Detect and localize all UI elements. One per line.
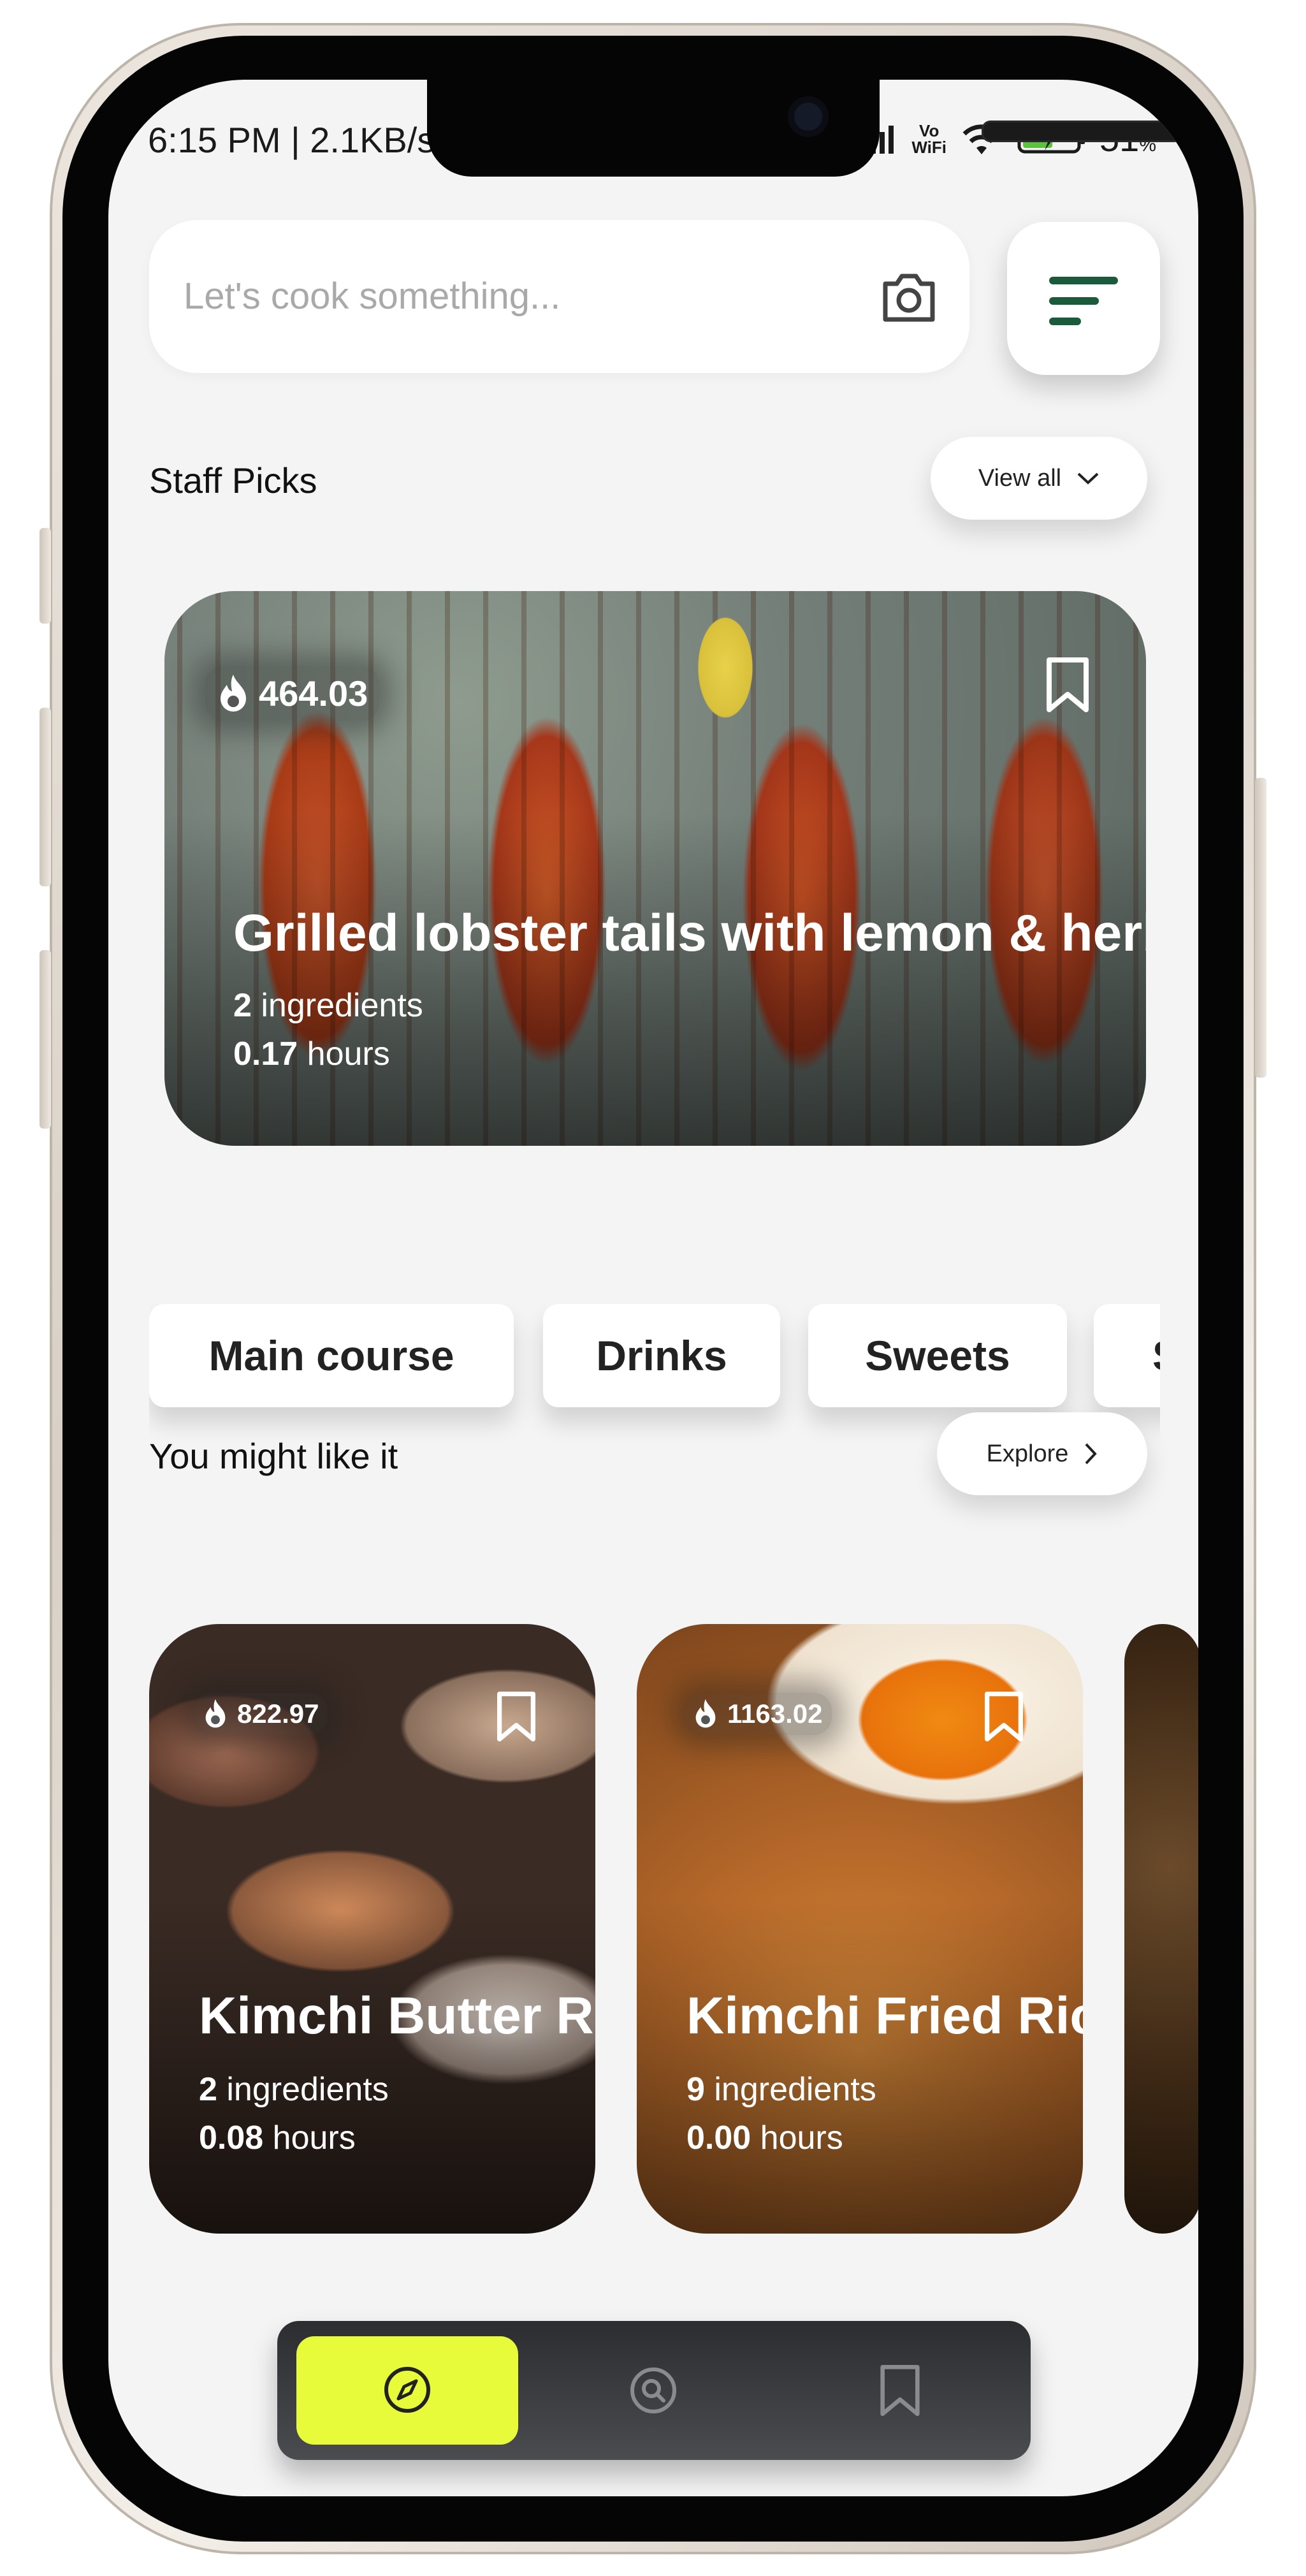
recipe-card-partial[interactable]: [1124, 1624, 1198, 2234]
flame-icon: [221, 674, 246, 712]
category-main-course[interactable]: Main course: [149, 1304, 514, 1407]
front-camera: [788, 96, 829, 137]
recipe-card[interactable]: 1163.02 Kimchi Fried Ric 9 ingredients 0…: [637, 1624, 1083, 2234]
search-bar[interactable]: Let's cook something...: [149, 220, 969, 373]
search-icon[interactable]: [628, 2365, 679, 2416]
bookmark-icon[interactable]: [983, 1692, 1024, 1743]
recipe-title: Kimchi Butter Re: [199, 1987, 595, 2045]
compass-icon: [384, 2367, 430, 2413]
recipe-duration: 0.17 hours: [233, 1036, 390, 1072]
calories-badge: 1163.02: [684, 1693, 832, 1735]
bookmark-icon[interactable]: [879, 2364, 921, 2419]
volume-up-button: [40, 708, 51, 886]
speaker-grille: [982, 121, 1183, 142]
recipe-ingredients: 9 ingredients: [686, 2071, 876, 2108]
flame-icon: [205, 1699, 226, 1728]
category-drinks[interactable]: Drinks: [543, 1304, 780, 1407]
recipe-title: Grilled lobster tails with lemon & herbs: [233, 904, 1146, 962]
explore-button[interactable]: Explore: [937, 1412, 1147, 1495]
you-might-like-title: You might like it: [149, 1436, 398, 1476]
view-all-button[interactable]: View all: [931, 437, 1147, 520]
calories-badge: 822.97: [194, 1693, 328, 1735]
bookmark-icon[interactable]: [496, 1692, 537, 1743]
recipe-ingredients: 2 ingredients: [199, 2071, 389, 2108]
chevron-right-icon: [1085, 1443, 1098, 1465]
recipe-duration: 0.00 hours: [686, 2119, 843, 2156]
camera-icon[interactable]: [879, 268, 938, 325]
staff-pick-card[interactable]: 464.03 Grilled lobster tails with lemon …: [164, 591, 1146, 1146]
search-input[interactable]: Let's cook something...: [184, 220, 560, 373]
filter-icon: [1049, 277, 1118, 325]
recipe-duration: 0.08 hours: [199, 2119, 356, 2156]
nav-item-explore[interactable]: [296, 2336, 518, 2445]
calories-value: 822.97: [237, 1699, 319, 1729]
bottom-nav: [277, 2321, 1031, 2460]
recipe-title: Kimchi Fried Ric: [686, 1987, 1083, 2045]
staff-picks-title: Staff Picks: [149, 460, 317, 501]
status-time: 6:15 PM | 2.1KB/s: [148, 120, 435, 160]
calories-badge: 464.03: [205, 666, 380, 721]
notch: [427, 80, 1183, 177]
category-partial[interactable]: S: [1094, 1304, 1160, 1407]
mute-switch: [40, 528, 51, 624]
filter-button[interactable]: [1007, 222, 1160, 375]
view-all-label: View all: [978, 464, 1062, 492]
calories-value: 1163.02: [727, 1699, 823, 1729]
recipe-card[interactable]: 822.97 Kimchi Butter Re 2 ingredients 0.…: [149, 1624, 595, 2234]
volume-down-button: [40, 950, 51, 1129]
recipe-ingredients: 2 ingredients: [233, 987, 423, 1024]
screen: 6:15 PM | 2.1KB/s Vo WiFi 51% Let: [108, 80, 1198, 2496]
vowifi-indicator: Vo WiFi: [911, 121, 947, 157]
explore-label: Explore: [986, 1440, 1069, 1467]
bookmark-icon[interactable]: [1045, 657, 1090, 714]
flame-icon: [695, 1699, 716, 1728]
category-sweets[interactable]: Sweets: [808, 1304, 1067, 1407]
power-button: [1255, 778, 1266, 1078]
chevron-down-icon: [1077, 472, 1099, 485]
calories-value: 464.03: [259, 673, 368, 714]
